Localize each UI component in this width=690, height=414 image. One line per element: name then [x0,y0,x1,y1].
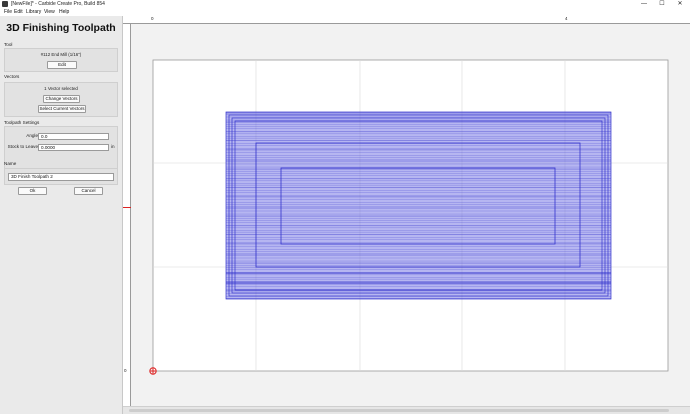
name-section-label: Name [4,161,17,166]
stock-to-leave-input[interactable]: 0.0000 [38,144,109,151]
edit-tool-button[interactable]: Edit [47,61,77,69]
stock-unit-label: in [111,144,115,149]
toolpath-preview [225,111,612,300]
menu-file[interactable]: File [4,9,12,16]
toolpath-name-input[interactable]: 3D Finish Toolpath 2 [8,173,114,181]
name-box: 3D Finish Toolpath 2 [4,168,118,185]
settings-box: Angle 0.0 Stock to Leave 0.0000 in [4,126,118,172]
angle-input[interactable]: 0.0 [38,133,109,140]
y-position-marker [123,207,131,209]
select-current-vectors-button[interactable]: Select Current Vectors [38,105,86,113]
horizontal-scrollbar[interactable] [123,406,690,414]
toolpath-panel: 3D Finishing Toolpath Tool #112 End Mill… [0,16,123,414]
canvas-drawing [149,59,669,375]
vectors-section-label: Vectors [4,74,20,79]
origin-marker [149,367,157,375]
menu-edit[interactable]: Edit [14,9,23,16]
menu-bar: File Edit Library View Help [0,9,690,16]
angle-label: Angle [26,133,38,138]
title-bar: [NewFile]* - Carbide Create Pro, Build 8… [0,0,690,9]
cancel-button[interactable]: Cancel [74,187,103,195]
top-ruler-label-0: 0 [151,16,154,21]
app-icon [2,1,8,7]
top-ruler: 0 4 [123,16,690,24]
close-button[interactable]: ✕ [672,0,688,9]
horizontal-scroll-thumb[interactable] [129,409,669,412]
menu-help[interactable]: Help [59,9,69,16]
toolpath-fill [226,112,611,299]
menu-view[interactable]: View [44,9,55,16]
change-vectors-button[interactable]: Change Vectors [43,95,80,103]
tool-name: #112 End Mill (1/16") [40,52,82,57]
window-title: [NewFile]* - Carbide Create Pro, Build 8… [11,1,105,7]
stock-to-leave-label: Stock to Leave [7,144,38,149]
ok-button[interactable]: Ok [18,187,47,195]
left-ruler: 0 [123,24,131,406]
design-canvas[interactable] [131,24,690,406]
top-ruler-label-4: 4 [565,16,568,21]
vectors-box: 1 Vector selected Change Vectors Select … [4,82,118,117]
vector-selection-status: 1 Vector selected [44,86,78,91]
left-ruler-label-0: 0 [124,368,127,373]
maximize-button[interactable]: ☐ [654,0,670,9]
tool-box: #112 End Mill (1/16") Edit [4,48,118,72]
menu-library[interactable]: Library [26,9,41,16]
minimize-button[interactable]: — [636,0,652,9]
panel-title: 3D Finishing Toolpath [6,22,116,34]
